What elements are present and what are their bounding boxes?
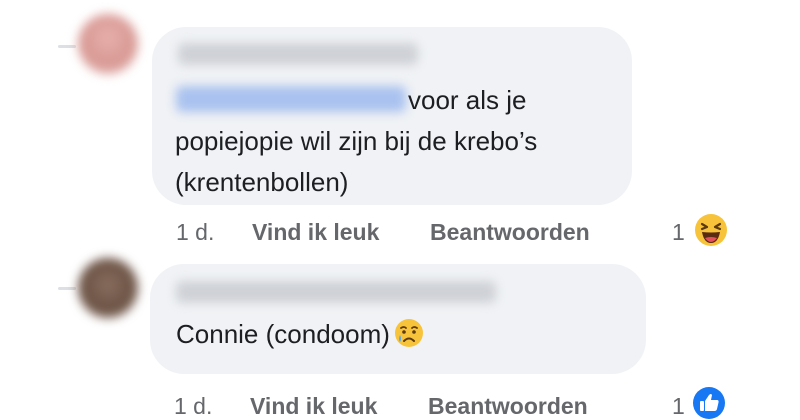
avatar[interactable] bbox=[78, 14, 138, 74]
comment-text-line: popiejopie wil zijn bij de krebo’s bbox=[175, 126, 538, 156]
comment-thread: voor als je popiejopie wil zijn bij de k… bbox=[0, 0, 800, 420]
laughing-emoji-icon[interactable] bbox=[694, 213, 728, 247]
comment-text-line: (krentenbollen) bbox=[175, 167, 349, 197]
comment-timestamp[interactable]: 1 d. bbox=[174, 393, 212, 420]
comment-text-content: Connie (condoom) bbox=[176, 319, 390, 349]
avatar[interactable] bbox=[78, 258, 138, 318]
comment-timestamp[interactable]: 1 d. bbox=[176, 219, 214, 246]
thread-connector bbox=[58, 45, 76, 48]
thread-connector bbox=[58, 287, 76, 290]
reaction-count[interactable]: 1 bbox=[672, 219, 685, 246]
comment-text-line: voor als je bbox=[408, 85, 527, 115]
author-name-redacted[interactable] bbox=[176, 281, 496, 303]
reply-button[interactable]: Beantwoorden bbox=[430, 219, 590, 246]
like-button[interactable]: Vind ik leuk bbox=[252, 219, 379, 246]
thumbs-up-icon[interactable] bbox=[692, 386, 726, 420]
mentioned-link-redacted[interactable] bbox=[176, 86, 406, 112]
like-button[interactable]: Vind ik leuk bbox=[250, 393, 377, 420]
reaction-count[interactable]: 1 bbox=[672, 393, 685, 420]
crying-face-icon bbox=[394, 319, 423, 347]
reply-button[interactable]: Beantwoorden bbox=[428, 393, 588, 420]
comment-text: Connie (condoom) bbox=[176, 314, 424, 355]
author-name-redacted[interactable] bbox=[178, 43, 418, 65]
